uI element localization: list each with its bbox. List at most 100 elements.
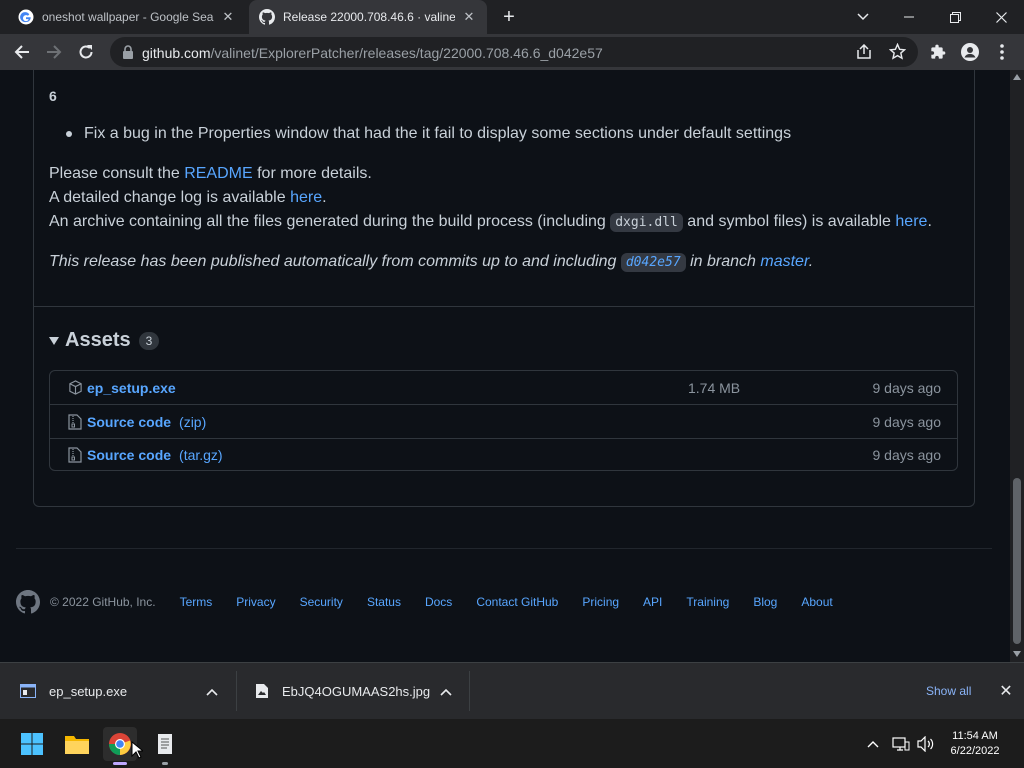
inline-code: dxgi.dll (610, 213, 683, 232)
footer-link-terms[interactable]: Terms (180, 595, 213, 609)
readme-link[interactable]: README (184, 165, 252, 182)
consult-line: Please consult the README for more detai… (49, 165, 372, 183)
asset-list: ep_setup.exe 1.74 MB 9 days ago Source c… (49, 370, 958, 471)
close-icon (995, 11, 1007, 23)
download-item[interactable]: EbJQ4OGUMAAS2hs.jpg (255, 663, 445, 719)
show-all-button[interactable]: Show all (926, 684, 971, 698)
scroll-up-icon[interactable] (1013, 74, 1021, 80)
web-page: 6 Fix a bug in the Properties window tha… (0, 70, 1010, 662)
archive-link[interactable]: here (895, 213, 927, 230)
taskbar-clock[interactable]: 11:54 AM 6/22/2022 (940, 729, 1010, 759)
clock-time: 11:54 AM (952, 730, 998, 742)
footer-link-api[interactable]: API (643, 595, 662, 609)
windows-logo-icon (21, 733, 43, 755)
download-item[interactable]: ep_setup.exe (20, 663, 230, 719)
chrome-icon (108, 733, 131, 756)
tab-github-release[interactable]: Release 22000.708.46.6 · valinet/I ✕ (249, 0, 487, 34)
scrollbar-thumb[interactable] (1013, 478, 1021, 644)
lock-icon[interactable] (122, 45, 134, 59)
footer-link-blog[interactable]: Blog (753, 595, 777, 609)
network-button[interactable] (892, 735, 910, 753)
menu-button[interactable] (990, 40, 1014, 64)
bullet-text: Fix a bug in the Properties window that … (84, 125, 792, 142)
footer-link-about[interactable]: About (801, 595, 832, 609)
asset-format[interactable]: (tar.gz) (179, 447, 223, 463)
close-window-button[interactable] (978, 0, 1024, 34)
back-button[interactable] (10, 40, 34, 64)
forward-button[interactable] (42, 40, 66, 64)
changelog-line: A detailed change log is available here. (49, 189, 327, 207)
new-tab-button[interactable]: + (498, 7, 520, 29)
changelog-link[interactable]: here (290, 189, 322, 206)
close-tab-icon[interactable]: ✕ (461, 9, 477, 25)
arrow-left-icon (14, 45, 29, 59)
caret-down-icon (49, 336, 59, 345)
chevron-up-icon[interactable] (440, 686, 452, 698)
changelog-text: A detailed change log is available (49, 189, 291, 206)
footer-link-security[interactable]: Security (300, 595, 343, 609)
reload-icon (79, 45, 93, 59)
profile-button[interactable] (958, 40, 982, 64)
scroll-down-icon[interactable] (1013, 651, 1021, 657)
archive-text: An archive containing all the files gene… (49, 213, 611, 230)
github-mark-icon[interactable] (16, 590, 40, 614)
mouse-cursor-icon (131, 741, 143, 759)
footer-link-docs[interactable]: Docs (425, 595, 452, 609)
package-icon (67, 380, 83, 396)
asset-link[interactable]: Source code (87, 414, 171, 430)
image-file-icon (256, 684, 268, 698)
bullet-dot (66, 130, 72, 137)
asset-link[interactable]: Source code (87, 447, 171, 463)
start-button[interactable] (15, 727, 49, 761)
footer-link-contact[interactable]: Contact GitHub (476, 595, 558, 609)
url-text[interactable]: github.com/valinet/ExplorerPatcher/relea… (142, 45, 603, 61)
auto-text-mid: in branch (685, 253, 761, 270)
tab-google-search[interactable]: oneshot wallpaper - Google Sear ✕ (0, 0, 244, 34)
footer-link-status[interactable]: Status (367, 595, 401, 609)
file-zip-icon (67, 447, 83, 463)
asset-date: 9 days ago (872, 413, 942, 430)
chevron-up-icon[interactable] (206, 686, 218, 698)
file-explorer-button[interactable] (60, 727, 94, 761)
asset-format[interactable]: (zip) (179, 414, 206, 430)
volume-button[interactable] (917, 735, 935, 753)
close-tab-icon[interactable]: ✕ (220, 9, 236, 25)
auto-text-end: . (808, 253, 814, 270)
star-icon[interactable] (889, 43, 906, 60)
close-downloads-icon[interactable]: ✕ (997, 683, 1015, 701)
restore-button[interactable] (932, 0, 978, 34)
downloads-bar: ep_setup.exe EbJQ4OGUMAAS2hs.jpg Show al… (0, 662, 1024, 719)
download-filename: EbJQ4OGUMAAS2hs.jpg (282, 683, 431, 699)
footer-link-pricing[interactable]: Pricing (582, 595, 619, 609)
archive-text-end: . (927, 213, 932, 230)
footer-link-privacy[interactable]: Privacy (236, 595, 275, 609)
minimize-icon (904, 16, 914, 18)
asset-row: Source code (zip) 9 days ago (50, 404, 957, 438)
address-bar[interactable]: github.com/valinet/ExplorerPatcher/relea… (110, 37, 918, 67)
assets-toggle[interactable]: Assets 3 (49, 329, 160, 352)
network-icon (892, 737, 910, 751)
asset-link[interactable]: ep_setup.exe (87, 380, 176, 396)
url-host: github.com (142, 45, 211, 61)
arrow-right-icon (47, 45, 62, 59)
windows-taskbar: 11:54 AM 6/22/2022 (0, 719, 1024, 768)
github-icon (259, 9, 275, 25)
assets-count-badge: 3 (138, 331, 160, 350)
branch-link[interactable]: master (760, 253, 808, 270)
footer-link-training[interactable]: Training (686, 595, 729, 609)
document-app-icon (158, 734, 172, 754)
notepad-taskbar-button[interactable] (148, 727, 182, 765)
share-icon[interactable] (856, 44, 872, 60)
page-scrollbar[interactable] (1010, 70, 1024, 662)
tray-overflow-button[interactable] (864, 735, 882, 753)
extensions-button[interactable] (926, 40, 950, 64)
asset-size: 1.74 MB (688, 379, 741, 396)
url-path: /valinet/ExplorerPatcher/releases/tag/22… (210, 45, 603, 61)
minimize-button[interactable] (886, 0, 932, 34)
commit-link[interactable]: d042e57 (620, 253, 686, 272)
tab-search-button[interactable] (840, 0, 886, 34)
footer-copyright: © 2022 GitHub, Inc. (50, 595, 156, 609)
tab-title: Release 22000.708.46.6 · valinet/I (283, 10, 455, 24)
reload-button[interactable] (74, 40, 98, 64)
archive-text-mid: and symbol files) is available (682, 213, 896, 230)
